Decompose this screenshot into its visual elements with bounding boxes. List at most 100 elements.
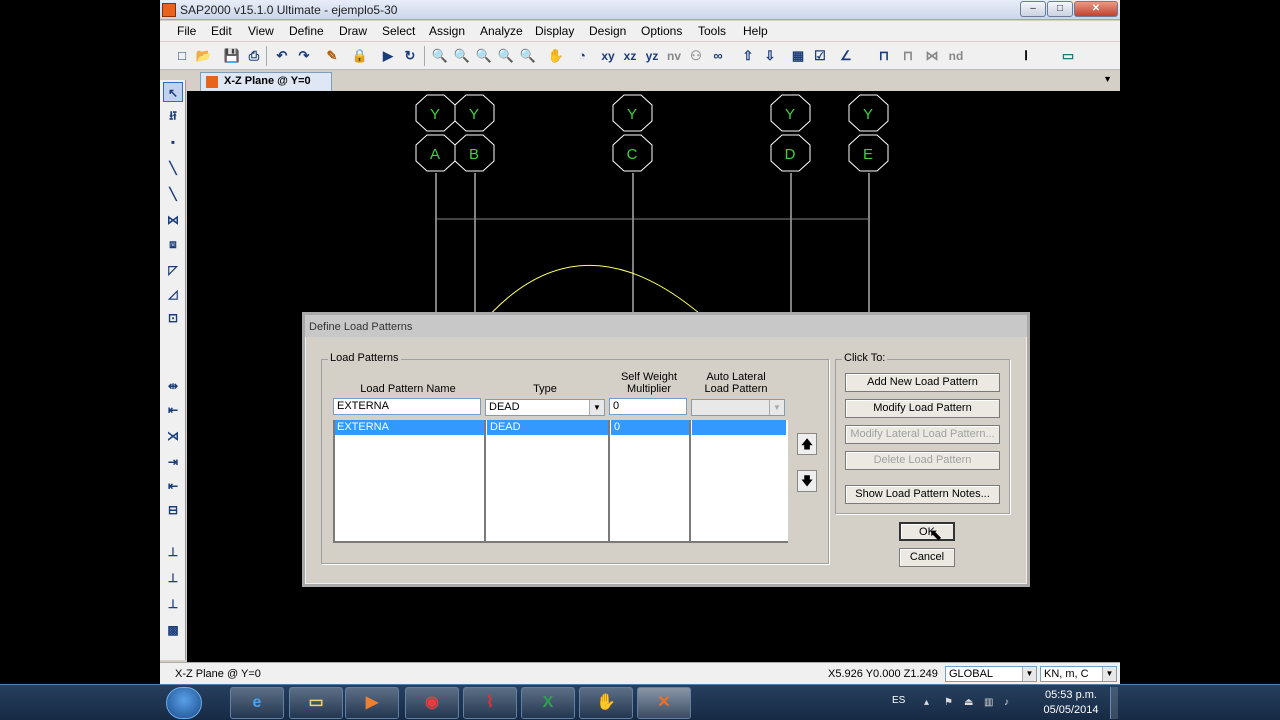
ok-button[interactable]: OK: [899, 522, 955, 541]
joint-restraint-icon[interactable]: ⊥: [163, 542, 183, 562]
ps-restraint-icon[interactable]: ⊥: [163, 568, 183, 588]
cs-restraint-icon[interactable]: ⊥: [163, 594, 183, 614]
menu-select[interactable]: Select: [382, 24, 415, 38]
menu-file[interactable]: File: [177, 24, 196, 38]
pointer-icon[interactable]: ↖: [163, 82, 183, 102]
get-previous-icon[interactable]: ⇤: [163, 400, 183, 420]
rubber-band-zoom-icon[interactable]: ⚇: [686, 46, 706, 66]
draw-link-icon[interactable]: ⧈: [163, 234, 183, 254]
zoom-out-icon[interactable]: 🔍: [496, 46, 516, 66]
list-cell-name[interactable]: EXTERNA: [334, 420, 484, 435]
display-check-icon[interactable]: ☑: [810, 46, 830, 66]
show-undeformed-icon[interactable]: ⇤: [163, 476, 183, 496]
nv-view-button[interactable]: nv: [664, 46, 684, 66]
self-weight-multiplier-input[interactable]: 0: [609, 398, 687, 415]
set-display-options-icon[interactable]: ▦: [788, 46, 808, 66]
zoom-in-icon[interactable]: 🔍: [474, 46, 494, 66]
maximize-button[interactable]: □: [1047, 1, 1073, 17]
pattern-icon[interactable]: ▩: [163, 620, 183, 640]
sap2000-taskbar-icon[interactable]: ✕: [637, 687, 691, 719]
tab-dropdown-icon[interactable]: ▼: [1103, 74, 1112, 84]
rotate-3d-icon[interactable]: ↻: [400, 46, 420, 66]
perspective-icon[interactable]: ∞: [708, 46, 728, 66]
nd-button[interactable]: nd: [946, 46, 966, 66]
volume-icon[interactable]: ♪: [1004, 697, 1016, 709]
type-dropdown[interactable]: DEAD ▼: [485, 399, 605, 416]
section-cut-icon[interactable]: ⊟: [163, 500, 183, 520]
section-icon[interactable]: Ⅰ: [1016, 46, 1036, 66]
chevron-up-icon[interactable]: ▴: [924, 697, 936, 709]
start-button[interactable]: [166, 687, 202, 719]
3d-view-icon[interactable]: ◔: [572, 46, 592, 66]
close-button[interactable]: ✕: [1074, 1, 1118, 17]
menu-display[interactable]: Display: [535, 24, 574, 38]
menu-design[interactable]: Design: [589, 24, 626, 38]
draw-rect-area-icon[interactable]: ◿: [163, 284, 183, 304]
new-file-icon[interactable]: □: [172, 46, 192, 66]
draw-special-icon[interactable]: ⊓: [898, 46, 918, 66]
chevron-down-icon[interactable]: ▼: [1102, 667, 1116, 681]
list-cell-type[interactable]: DEAD: [487, 420, 608, 435]
display-tables-icon[interactable]: ▭: [1058, 46, 1078, 66]
network-icon[interactable]: ▥: [984, 697, 996, 709]
list-cell-multiplier[interactable]: 0: [611, 420, 689, 435]
menu-edit[interactable]: Edit: [211, 24, 232, 38]
show-load-pattern-notes-button[interactable]: Show Load Pattern Notes...: [845, 485, 1000, 504]
quick-area-icon[interactable]: ⊡: [163, 308, 183, 328]
select-all-icon[interactable]: ⇹: [163, 376, 183, 396]
lock-icon[interactable]: 🔒: [350, 46, 370, 66]
zoom-full-icon[interactable]: 🔍: [518, 46, 538, 66]
internet-explorer-icon[interactable]: e: [230, 687, 284, 719]
xz-view-button[interactable]: xz: [620, 46, 640, 66]
xy-view-button[interactable]: xy: [598, 46, 618, 66]
show-desktop-button[interactable]: [1110, 687, 1118, 719]
intersecting-line-icon[interactable]: ⇥: [163, 452, 183, 472]
chrome-icon[interactable]: ◉: [405, 687, 459, 719]
pan-icon[interactable]: ✋: [546, 46, 566, 66]
baseball-glove-icon[interactable]: ✋: [579, 687, 633, 719]
menu-analyze[interactable]: Analyze: [480, 24, 523, 38]
modify-load-pattern-button[interactable]: Modify Load Pattern: [845, 399, 1000, 418]
menu-assign[interactable]: Assign: [429, 24, 465, 38]
undo-icon[interactable]: ↶: [272, 46, 292, 66]
open-file-icon[interactable]: 📂: [194, 46, 214, 66]
arrow-up-icon[interactable]: ⇧: [738, 46, 758, 66]
usb-icon[interactable]: ⏏: [964, 697, 976, 709]
list-cell-auto-lateral[interactable]: [692, 420, 786, 435]
quick-frame-icon[interactable]: ╲: [163, 184, 183, 204]
units-dropdown[interactable]: KN, m, C ▼: [1040, 666, 1117, 682]
menu-draw[interactable]: Draw: [339, 24, 367, 38]
move-up-button[interactable]: 🡅: [797, 433, 817, 455]
yz-view-button[interactable]: yz: [642, 46, 662, 66]
draw-joint-icon[interactable]: ▪: [163, 132, 183, 152]
chevron-down-icon[interactable]: ▼: [1022, 667, 1036, 681]
chevron-down-icon[interactable]: ▼: [589, 400, 604, 415]
menu-options[interactable]: Options: [641, 24, 682, 38]
draw-poly-area-icon[interactable]: ◸: [163, 260, 183, 280]
menu-tools[interactable]: Tools: [698, 24, 726, 38]
pencil-icon[interactable]: ✎: [322, 46, 342, 66]
system-clock[interactable]: 05:53 p.m. 05/05/2014: [1036, 688, 1106, 718]
zoom-restore-icon[interactable]: 🔍: [452, 46, 472, 66]
draw-frame-line-icon[interactable]: ╲: [163, 158, 183, 178]
menu-help[interactable]: Help: [743, 24, 768, 38]
language-indicator[interactable]: ES: [892, 695, 905, 706]
arrow-down-icon[interactable]: ⇩: [760, 46, 780, 66]
cancel-button[interactable]: Cancel: [899, 548, 955, 567]
clear-selection-icon[interactable]: ⋊: [163, 426, 183, 446]
menu-define[interactable]: Define: [289, 24, 324, 38]
tab-xz-plane[interactable]: X-Z Plane @ Y=0: [200, 72, 332, 91]
move-down-button[interactable]: 🡇: [797, 470, 817, 492]
excel-icon[interactable]: X: [521, 687, 575, 719]
save-icon[interactable]: 💾: [222, 46, 242, 66]
coord-system-dropdown[interactable]: GLOBAL ▼: [945, 666, 1037, 682]
draw-frame-icon[interactable]: ⊓: [874, 46, 894, 66]
load-pattern-name-input[interactable]: EXTERNA: [333, 398, 481, 415]
acrobat-icon[interactable]: ⌇: [463, 687, 517, 719]
minimize-button[interactable]: –: [1020, 1, 1046, 17]
add-new-load-pattern-button[interactable]: Add New Load Pattern: [845, 373, 1000, 392]
reshape-icon[interactable]: ⭿: [163, 106, 183, 126]
menu-view[interactable]: View: [248, 24, 274, 38]
quick-braces-icon[interactable]: ⋈: [163, 210, 183, 230]
print-setup-icon[interactable]: ⎙: [244, 46, 264, 66]
